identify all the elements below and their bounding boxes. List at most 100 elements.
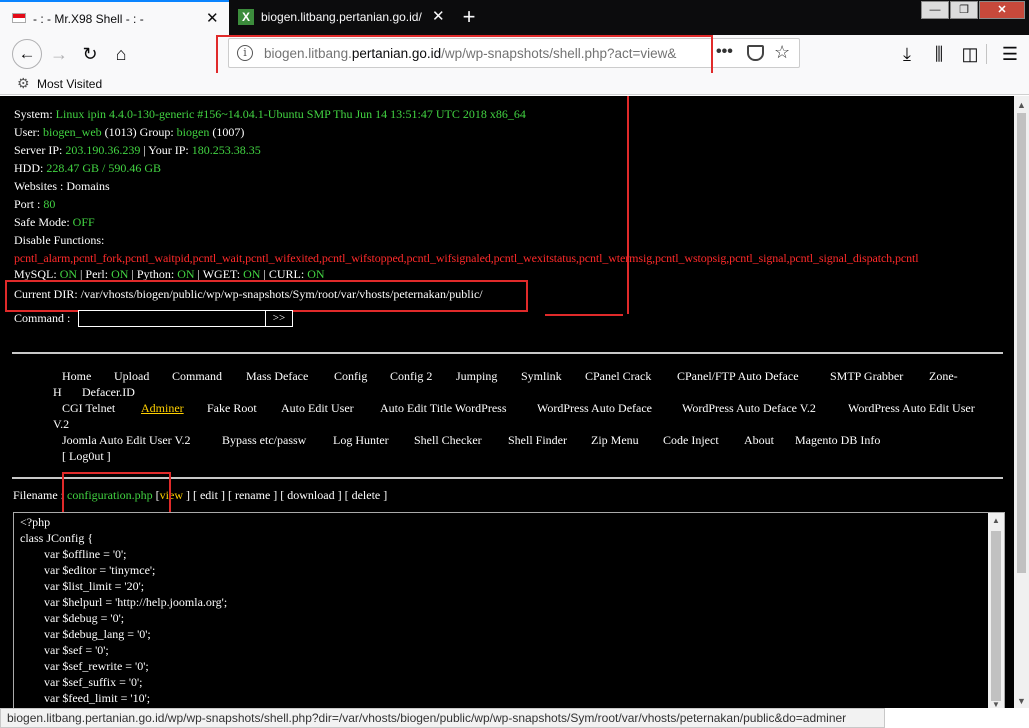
wget-value: ON [243,267,261,281]
new-tab-button[interactable]: + [455,3,483,31]
library-icon[interactable]: ⫼ [925,40,953,68]
user-label: User: [14,125,40,139]
code-line: class JConfig { [20,531,94,545]
menu-config[interactable]: Config [334,369,367,384]
divider [12,352,1003,354]
close-tab-icon[interactable]: ✕ [206,11,219,26]
editor-scroll-thumb[interactable] [991,531,1001,701]
bookmark-most-visited[interactable]: Most Visited [37,77,102,91]
scroll-down-icon[interactable]: ▼ [992,700,1000,708]
home-icon[interactable]: ⌂ [107,40,135,68]
code-line: var $debug = '0'; [20,611,125,625]
user-value: biogen_web [43,125,102,139]
code-line: var $sef_rewrite = '0'; [20,659,149,673]
status-bar-link-preview: biogen.litbang.pertanian.go.id/wp/wp-sna… [0,708,885,728]
menu-shell-finder[interactable]: Shell Finder [508,433,567,448]
code-line: var $list_limit = '20'; [20,579,145,593]
close-window-button[interactable]: ✕ [979,1,1025,19]
file-action-links[interactable]: ] [ edit ] [ rename ] [ download ] [ del… [186,488,387,502]
editor-scrollbar[interactable]: ▲ ▼ [988,513,1004,708]
wget-label: | WGET: [197,267,241,281]
safe-mode-line: Safe Mode: OFF [14,215,95,230]
back-arrow-icon[interactable]: ← [12,39,42,69]
filename-highlight-box [62,472,171,514]
menu-adminer[interactable]: Adminer [141,401,184,416]
tab-shell[interactable]: - : - Mr.X98 Shell - : - ✕ [0,0,229,35]
current-dir-highlight-box [5,280,528,312]
tab-biogen[interactable]: X biogen.litbang.pertanian.go.id/ ✕ [230,0,453,35]
code-line: var $sef_suffix = '0'; [20,675,143,689]
annotation-line-horizontal [545,314,623,316]
minimize-button[interactable]: — [921,1,949,19]
menu-jumping[interactable]: Jumping [456,369,497,384]
port-label: Port : [14,197,41,211]
menu-wordpress-auto-edit-user[interactable]: WordPress Auto Edit User [848,401,975,416]
code-line: var $editor = 'tinymce'; [20,563,156,577]
menu-magento-db-info[interactable]: Magento DB Info [795,433,880,448]
bookmark-star-icon[interactable]: ☆ [774,42,790,63]
menu-cpanel-crack[interactable]: CPanel Crack [585,369,651,384]
tab-title: biogen.litbang.pertanian.go.id/ [261,10,422,24]
code-line: var $offline = '0'; [20,547,127,561]
uid-value: (1013) [104,125,137,139]
gear-icon: ⚙ [17,75,30,91]
system-line: System: Linux ipin 4.4.0-130-generic #15… [14,107,526,122]
python-label: | Python: [131,267,175,281]
menu-log-hunter[interactable]: Log Hunter [333,433,389,448]
close-tab-icon[interactable]: ✕ [432,9,445,24]
menu-smtp-grabber[interactable]: SMTP Grabber [830,369,903,384]
hamburger-menu-icon[interactable]: ☰ [996,40,1024,68]
page-scroll-thumb[interactable] [1017,113,1026,573]
menu-cgi-telnet[interactable]: CGI Telnet [62,401,115,416]
menu-command[interactable]: Command [172,369,222,384]
page-actions-icon[interactable]: ••• [716,43,733,61]
menu-zone-h-continued[interactable]: H [53,385,62,400]
menu-about[interactable]: About [744,433,774,448]
safe-mode-label: Safe Mode: [14,215,70,229]
command-submit-button[interactable]: >> [265,310,293,327]
sidebar-icon[interactable]: ◫ [956,40,984,68]
scroll-up-icon[interactable]: ▲ [1017,100,1026,110]
menu-joomla-auto-edit-user-v2[interactable]: Joomla Auto Edit User V.2 [62,433,191,448]
menu-auto-edit-title-wordpress[interactable]: Auto Edit Title WordPress [380,401,507,416]
scroll-down-icon[interactable]: ▼ [1017,696,1026,706]
menu-wordpress-auto-deface-v2[interactable]: WordPress Auto Deface V.2 [682,401,816,416]
menu-shell-checker[interactable]: Shell Checker [414,433,482,448]
menu-mass-deface[interactable]: Mass Deface [246,369,308,384]
gid-value: (1007) [212,125,245,139]
port-line: Port : 80 [14,197,55,212]
group-value: biogen [176,125,210,139]
pocket-icon[interactable] [747,45,764,61]
menu-zip-menu[interactable]: Zip Menu [591,433,639,448]
tab-bar: - : - Mr.X98 Shell - : - ✕ X biogen.litb… [0,0,1029,35]
menu-wordpress-auto-deface[interactable]: WordPress Auto Deface [537,401,652,416]
menu-zone-h[interactable]: Zone- [929,369,958,384]
maximize-button[interactable]: ❐ [950,1,978,19]
your-ip-label: | Your IP: [143,143,189,157]
menu-wordpress-auto-edit-user-continued[interactable]: V.2 [53,417,69,432]
menu-auto-edit-user[interactable]: Auto Edit User [281,401,354,416]
toolbar-divider [986,44,987,64]
code-line: <?php [20,515,51,529]
menu-fake-root[interactable]: Fake Root [207,401,257,416]
menu-cpanel-ftp-auto-deface[interactable]: CPanel/FTP Auto Deface [677,369,799,384]
system-value: Linux ipin 4.4.0-130-generic #156~14.04.… [55,107,526,121]
code-line: var $helpurl = 'http://help.joomla.org'; [20,595,228,609]
reload-icon[interactable]: ↻ [76,40,104,68]
menu-defacer-id[interactable]: Defacer.ID [82,385,135,400]
user-line: User: biogen_web (1013) Group: biogen (1… [14,125,244,140]
menu-home[interactable]: Home [62,369,91,384]
page-content: System: Linux ipin 4.4.0-130-generic #15… [0,96,1014,708]
file-content-textarea[interactable]: <?php class JConfig { var $offline = '0';… [13,512,1005,708]
port-value: 80 [43,197,56,211]
menu-bypass-etc-passwd[interactable]: Bypass etc/passw [222,433,306,448]
download-icon[interactable]: ⤓ [893,40,921,68]
forward-arrow-icon[interactable]: → [45,40,73,68]
menu-upload[interactable]: Upload [114,369,149,384]
menu-config-2[interactable]: Config 2 [390,369,432,384]
menu-symlink[interactable]: Symlink [521,369,562,384]
command-input[interactable] [78,310,266,327]
menu-logout[interactable]: [ Log0ut ] [62,449,111,464]
menu-code-inject[interactable]: Code Inject [663,433,719,448]
scroll-up-icon[interactable]: ▲ [992,516,1000,525]
